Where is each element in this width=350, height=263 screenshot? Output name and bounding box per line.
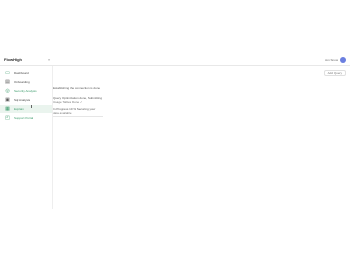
sidebar-item-dashboard[interactable]: ▭ Dashboard	[0, 69, 52, 77]
security-icon: ◎	[5, 87, 10, 94]
app-window: FlowHigh « Jon Snow ▭ Dashboard ▤ Onboar…	[0, 55, 350, 209]
status-message: data available	[53, 111, 72, 115]
add-query-button[interactable]: Add Query	[323, 70, 346, 76]
status-message: Establishing the connection is done	[53, 86, 101, 90]
onboarding-icon: ▤	[5, 78, 10, 85]
sidebar-item-label: Dashboard	[14, 71, 29, 75]
avatar[interactable]	[340, 57, 346, 63]
letterbox-bottom	[0, 209, 350, 263]
collapse-icon[interactable]: «	[48, 57, 50, 62]
sidebar-item-label: Explain	[14, 107, 24, 111]
top-bar: FlowHigh « Jon Snow	[0, 55, 350, 66]
divider	[53, 116, 103, 117]
status-message: Usage Tables Done ✓	[53, 100, 83, 104]
sidebar-item-label: Security Analysis	[14, 89, 37, 93]
explain-icon: ▦	[5, 105, 10, 112]
sidebar-item-security-analysis[interactable]: ◎ Security Analysis	[0, 87, 52, 95]
sidebar: ▭ Dashboard ▤ Onboarding ◎ Security Anal…	[0, 66, 53, 209]
sidebar-item-support-portal[interactable]: ◰ Support Portal	[0, 114, 52, 122]
letterbox-top	[0, 0, 350, 55]
sidebar-item-label: Onboarding	[14, 80, 30, 84]
mouse-cursor-icon	[31, 105, 34, 108]
sidebar-item-explain[interactable]: ▦ Explain	[0, 105, 52, 113]
sql-icon: ▣	[5, 96, 10, 103]
support-icon: ◰	[5, 114, 10, 121]
sidebar-item-label: Sql Analysis	[14, 98, 31, 102]
dashboard-icon: ▭	[5, 69, 10, 76]
sidebar-item-label: Support Portal	[14, 116, 34, 120]
main-content: Add Query Establishing the connection is…	[53, 66, 350, 209]
sidebar-item-sql-analysis[interactable]: ▣ Sql Analysis	[0, 96, 52, 104]
user-name[interactable]: Jon Snow	[325, 58, 338, 62]
app-logo: FlowHigh	[4, 57, 22, 62]
sidebar-item-onboarding[interactable]: ▤ Onboarding	[0, 78, 52, 86]
